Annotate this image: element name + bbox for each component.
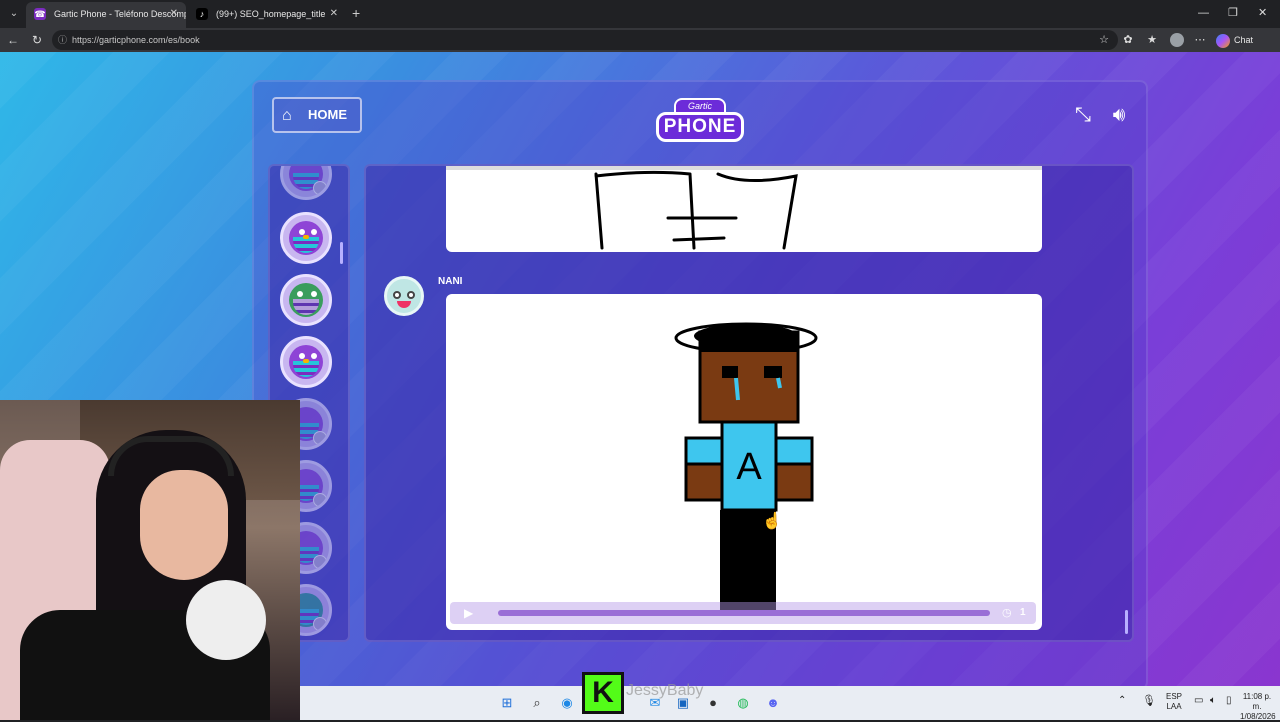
search-icon[interactable]: ⌕ — [528, 694, 546, 712]
favorite-star-icon[interactable]: ☆ — [1096, 32, 1112, 48]
tab-title: (99+) SEO_homepage_title — [216, 9, 326, 19]
tab-bar: ⌄ ☎ Gartic Phone - Teléfono Descompu ✕ ♪… — [0, 0, 1280, 28]
fullscreen-exit-icon[interactable]: ⤡ — [1070, 102, 1096, 128]
streamer-face — [140, 470, 228, 580]
store-icon[interactable]: ▣ — [674, 694, 692, 712]
address-bar-row: ← ↻ ⓘ https://garticphone.com/es/book ☆ … — [0, 28, 1280, 52]
spotify-icon[interactable]: ◍ — [734, 694, 752, 712]
previous-drawing — [594, 170, 798, 250]
badge-icon — [313, 181, 327, 195]
url-field[interactable]: ⓘ https://garticphone.com/es/book — [52, 30, 1118, 50]
close-window-icon[interactable]: ✕ — [1258, 4, 1267, 22]
headset — [108, 436, 234, 476]
extensions-icon[interactable]: ✿ — [1120, 32, 1136, 48]
tray-chevron-icon[interactable]: ⌃ — [1118, 696, 1126, 706]
drawer-name: NANI — [438, 276, 463, 287]
maximize-icon[interactable]: ❐ — [1228, 4, 1238, 22]
player-avatar[interactable] — [280, 212, 332, 264]
home-button[interactable]: ⌂ HOME — [272, 97, 362, 133]
close-tab-icon[interactable]: ✕ — [330, 2, 338, 26]
gartic-phone-logo: Gartic PHONE — [656, 96, 744, 148]
badge-icon — [313, 493, 327, 507]
windows-taskbar: ⊞ ⌕ ◉ K JessyBaby ✉ ▣ ● ◍ ☻ ⌃ 🎙︎ ESP LAA… — [300, 672, 1280, 722]
reload-icon[interactable]: ↻ — [28, 31, 46, 49]
drawing-card: A ☝ ▶ ◷ 1 — [446, 294, 1042, 630]
hand-cursor-icon: ☝ — [762, 511, 782, 530]
outlook-icon[interactable]: ✉ — [646, 694, 664, 712]
more-menu-icon[interactable]: ⋯ — [1192, 32, 1208, 48]
back-icon[interactable]: ← — [4, 31, 22, 49]
copilot-icon — [1216, 33, 1230, 48]
volume-tray-icon[interactable]: 🔈︎ — [1210, 696, 1216, 706]
tiktok-favicon-icon: ♪ — [196, 8, 208, 20]
webcam-overlay — [0, 400, 300, 720]
replay-count: 1 — [1020, 607, 1026, 618]
drawing-canvas: A ☝ — [674, 322, 818, 610]
obs-icon[interactable]: ● — [704, 694, 722, 712]
badge-icon — [313, 555, 327, 569]
badge-icon — [313, 431, 327, 445]
close-tab-icon[interactable]: ✕ — [170, 2, 178, 26]
player-avatar[interactable] — [280, 336, 332, 388]
microphone — [186, 580, 266, 660]
volume-icon[interactable]: 🔊︎ — [1106, 102, 1132, 128]
edge-icon[interactable]: ◉ — [558, 694, 576, 712]
replay-progress[interactable] — [498, 610, 990, 616]
kick-logo: K — [582, 672, 624, 714]
tab-gartic-phone[interactable]: ☎ Gartic Phone - Teléfono Descompu ✕ — [26, 2, 186, 28]
album-scrollbar[interactable] — [1125, 610, 1128, 634]
network-icon[interactable]: ▭ — [1194, 696, 1203, 706]
windows-start-icon[interactable]: ⊞ — [498, 694, 516, 712]
clock[interactable]: 11:08 p. m. 1/08/2026 — [1240, 692, 1276, 722]
replay-bar: ▶ ◷ 1 — [450, 602, 1036, 624]
minimize-icon[interactable]: — — [1198, 4, 1209, 22]
discord-icon[interactable]: ☻ — [764, 694, 782, 712]
mic-tray-icon[interactable]: 🎙︎ — [1142, 696, 1156, 707]
url-text: https://garticphone.com/es/book — [72, 35, 200, 45]
play-icon[interactable]: ▶ — [464, 605, 473, 621]
clock-icon: ◷ — [1002, 607, 1012, 619]
player-avatar[interactable] — [280, 274, 332, 326]
badge-icon — [313, 617, 327, 631]
profile-avatar[interactable] — [1170, 33, 1184, 47]
tab-title: Gartic Phone - Teléfono Descompu — [54, 9, 186, 19]
tab-search-icon[interactable]: ⌄ — [4, 4, 24, 24]
site-info-icon[interactable]: ⓘ — [58, 30, 67, 50]
player-avatar[interactable] — [280, 166, 332, 200]
favorites-icon[interactable]: ★ — [1144, 32, 1160, 48]
player-list-scrollbar[interactable] — [340, 242, 343, 264]
battery-icon[interactable]: ▯ — [1226, 696, 1232, 706]
copilot-chat-button[interactable]: Chat — [1216, 32, 1253, 48]
shirt-letter: A — [736, 446, 762, 488]
drawer-avatar — [384, 276, 424, 316]
previous-drawing-card — [446, 166, 1042, 252]
gartic-favicon-icon: ☎ — [34, 8, 46, 20]
album-feed: NANI A ☝ ▶ ◷ 1 — [364, 164, 1134, 642]
new-tab-button[interactable]: + — [352, 3, 360, 23]
tab-seo-homepage[interactable]: ♪ (99+) SEO_homepage_title ✕ — [188, 2, 346, 28]
home-icon: ⌂ — [282, 107, 292, 124]
language-indicator[interactable]: ESP LAA — [1164, 692, 1184, 712]
